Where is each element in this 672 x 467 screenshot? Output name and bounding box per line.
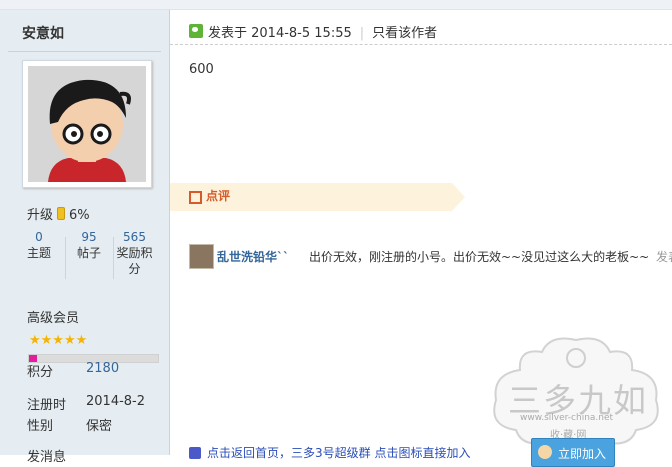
stat-posts[interactable]: 95 帖子 xyxy=(67,229,111,261)
online-user-icon xyxy=(189,24,203,38)
stat-value[interactable]: 0 xyxy=(15,229,63,245)
registered-value: 2014-8-2 xyxy=(86,394,146,409)
join-button-label: 立即加入 xyxy=(558,447,607,461)
footer-link[interactable]: 点击返回首页，三多3号超级群 点击图标直接加入 xyxy=(189,444,470,461)
cartoon-avatar-icon xyxy=(28,66,146,182)
stat-topics[interactable]: 0 主题 xyxy=(15,229,63,261)
level-percent: 6% xyxy=(69,208,90,223)
level-icon xyxy=(57,207,66,220)
comment-row: 乱世洗铅华`` 出价无效，刚注册的小号。出价无效~~没见过这么大的老板~~ 发表 xyxy=(189,244,672,269)
user-stats: 0 主题 95 帖子 565 奖励积分 xyxy=(15,229,155,285)
watermark-url: www.silver-china.net xyxy=(520,413,614,423)
only-author-link[interactable]: 只看该作者 xyxy=(372,26,437,41)
stat-value[interactable]: 95 xyxy=(67,229,111,245)
stat-label: 帖子 xyxy=(76,246,101,260)
watermark-logo: 三多九如 www.silver-china.net 收·藏·网 xyxy=(480,330,672,452)
rank-stars-icon: ★★★★★ xyxy=(29,333,88,348)
username[interactable]: 安意如 xyxy=(22,23,64,43)
comment-avatar[interactable] xyxy=(189,244,214,269)
stat-divider xyxy=(65,237,66,279)
stat-label: 奖励积分 xyxy=(116,246,153,276)
stat-reward-points[interactable]: 565 奖励积分 xyxy=(114,229,155,277)
gender-label: 性别 xyxy=(27,419,54,434)
gender-value: 保密 xyxy=(86,419,113,434)
level-label[interactable]: 升级 xyxy=(27,208,53,223)
rating-box-icon xyxy=(189,191,202,204)
points-value[interactable]: 2180 xyxy=(86,361,119,376)
user-sidebar: 安意如 升级 6% 0 主题 95 帖子 565 奖励积分 高级会员 ★★★★★… xyxy=(0,10,170,465)
rating-label: 点评 xyxy=(206,189,231,203)
user-group[interactable]: 高级会员 xyxy=(27,307,79,326)
top-border xyxy=(0,0,672,10)
points-label: 积分 xyxy=(27,365,54,380)
post-meta: 发表于 2014-8-5 15:55 | 只看该作者 xyxy=(208,22,437,41)
avatar-image xyxy=(28,66,146,182)
comment-text: 出价无效，刚注册的小号。出价无效~~没见过这么大的老板~~ xyxy=(309,250,650,264)
qq-users-icon xyxy=(538,445,552,459)
send-message-link[interactable]: 发消息 xyxy=(27,446,66,465)
avatar[interactable] xyxy=(22,60,152,188)
post-main: 发表于 2014-8-5 15:55 | 只看该作者 600 点评 乱世洗铅华`` … xyxy=(170,10,672,467)
post-date: 发表于 2014-8-5 15:55 xyxy=(208,26,352,41)
level-row: 升级 6% xyxy=(27,204,90,223)
stat-label: 主题 xyxy=(26,246,51,260)
footer-link-text[interactable]: 点击返回首页，三多3号超级群 点击图标直接加入 xyxy=(207,446,470,460)
comment-time: 发表 xyxy=(656,250,672,264)
comment-author[interactable]: 乱世洗铅华`` xyxy=(217,248,289,265)
post-content: 600 xyxy=(189,62,214,77)
post-header: 发表于 2014-8-5 15:55 | 只看该作者 xyxy=(170,10,672,45)
qq-group-icon xyxy=(189,447,201,459)
registered-label: 注册时 xyxy=(27,398,67,413)
join-group-button[interactable]: 立即加入 xyxy=(531,438,615,467)
meta-separator: | xyxy=(359,26,365,41)
stat-value[interactable]: 565 xyxy=(114,229,155,245)
sidebar-divider xyxy=(8,51,161,52)
